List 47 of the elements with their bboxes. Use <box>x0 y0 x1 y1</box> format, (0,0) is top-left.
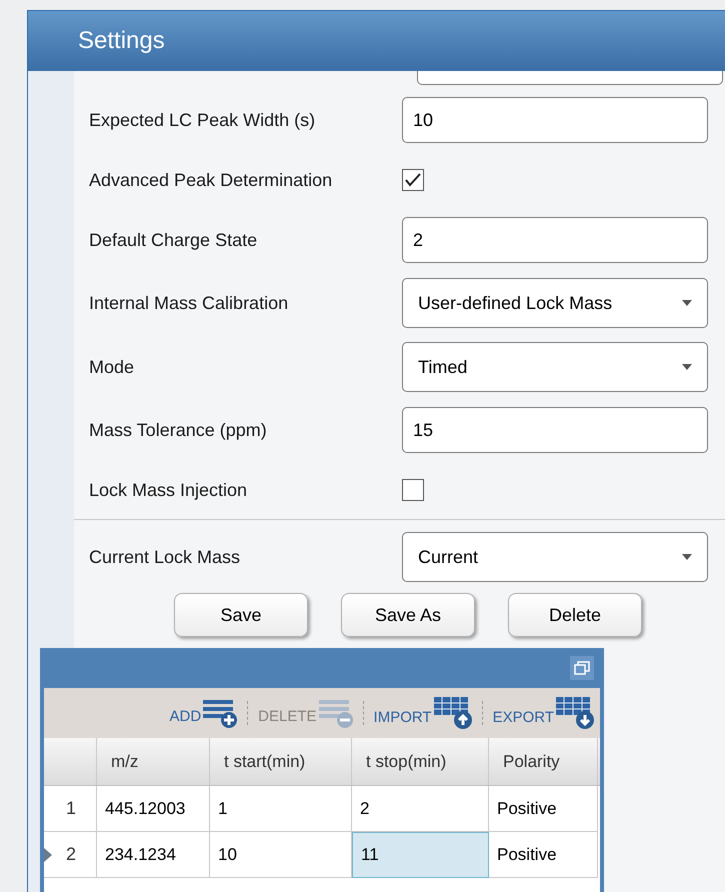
checkbox[interactable] <box>402 479 424 501</box>
action-button[interactable]: Delete <box>508 593 642 637</box>
field-label: Expected LC Peak Width (s) <box>88 108 316 132</box>
window-title: Settings <box>78 26 165 56</box>
column-header[interactable]: t start(min) <box>210 738 352 785</box>
input-field[interactable] <box>417 71 723 85</box>
toolbar-button[interactable]: EXPORT <box>492 697 594 729</box>
field-label: Lock Mass Injection <box>88 478 248 502</box>
action-button[interactable]: Save As <box>341 593 475 637</box>
toolbar-button[interactable]: IMPORT <box>374 697 472 729</box>
column-header[interactable]: Polarity <box>489 738 598 785</box>
current-row-icon <box>44 848 52 862</box>
restore-window-button[interactable] <box>570 656 594 680</box>
restore-window-icon <box>574 661 590 675</box>
field-label: Mode <box>88 356 136 378</box>
column-header[interactable]: m/z <box>97 738 210 785</box>
action-button[interactable]: Save <box>174 593 308 637</box>
field-label: Current Lock Mass <box>88 546 242 568</box>
dropdown[interactable]: User-defined Lock Mass <box>402 278 708 328</box>
input-field[interactable]: 10 <box>402 97 708 143</box>
input-field[interactable]: 15 <box>402 407 708 453</box>
row-number: 2 <box>66 843 76 866</box>
table-cell[interactable]: 11 <box>352 832 489 878</box>
caret-icon <box>682 364 692 370</box>
table-cell[interactable]: 1 <box>210 786 352 832</box>
toolbar-button[interactable]: ADD <box>170 698 238 728</box>
table-cell[interactable]: 445.12003 <box>97 786 210 832</box>
row-number: 1 <box>66 797 76 820</box>
checkmark-icon <box>405 173 421 187</box>
table-cell[interactable]: 234.1234 <box>97 832 210 878</box>
table-upload-icon <box>434 697 472 729</box>
dropdown[interactable]: Current <box>402 532 708 582</box>
table-cell[interactable]: Positive <box>489 832 598 878</box>
table-cell[interactable]: Positive <box>489 786 598 832</box>
field-label: Default Charge State <box>88 228 258 252</box>
caret-icon <box>682 554 692 560</box>
column-header[interactable]: t stop(min) <box>352 738 489 785</box>
field-label: Mass Tolerance (ppm) <box>88 418 268 442</box>
field-label: Advanced Peak Determination <box>88 168 334 192</box>
add-rows-icon <box>203 698 238 728</box>
caret-icon <box>682 300 692 306</box>
checkbox[interactable] <box>402 169 424 191</box>
input-field[interactable]: 2 <box>402 217 708 263</box>
table-download-icon <box>556 697 594 729</box>
remove-rows-icon <box>318 698 353 728</box>
field-label: Internal Mass Calibration <box>88 292 290 314</box>
dropdown[interactable]: Timed <box>402 342 708 392</box>
